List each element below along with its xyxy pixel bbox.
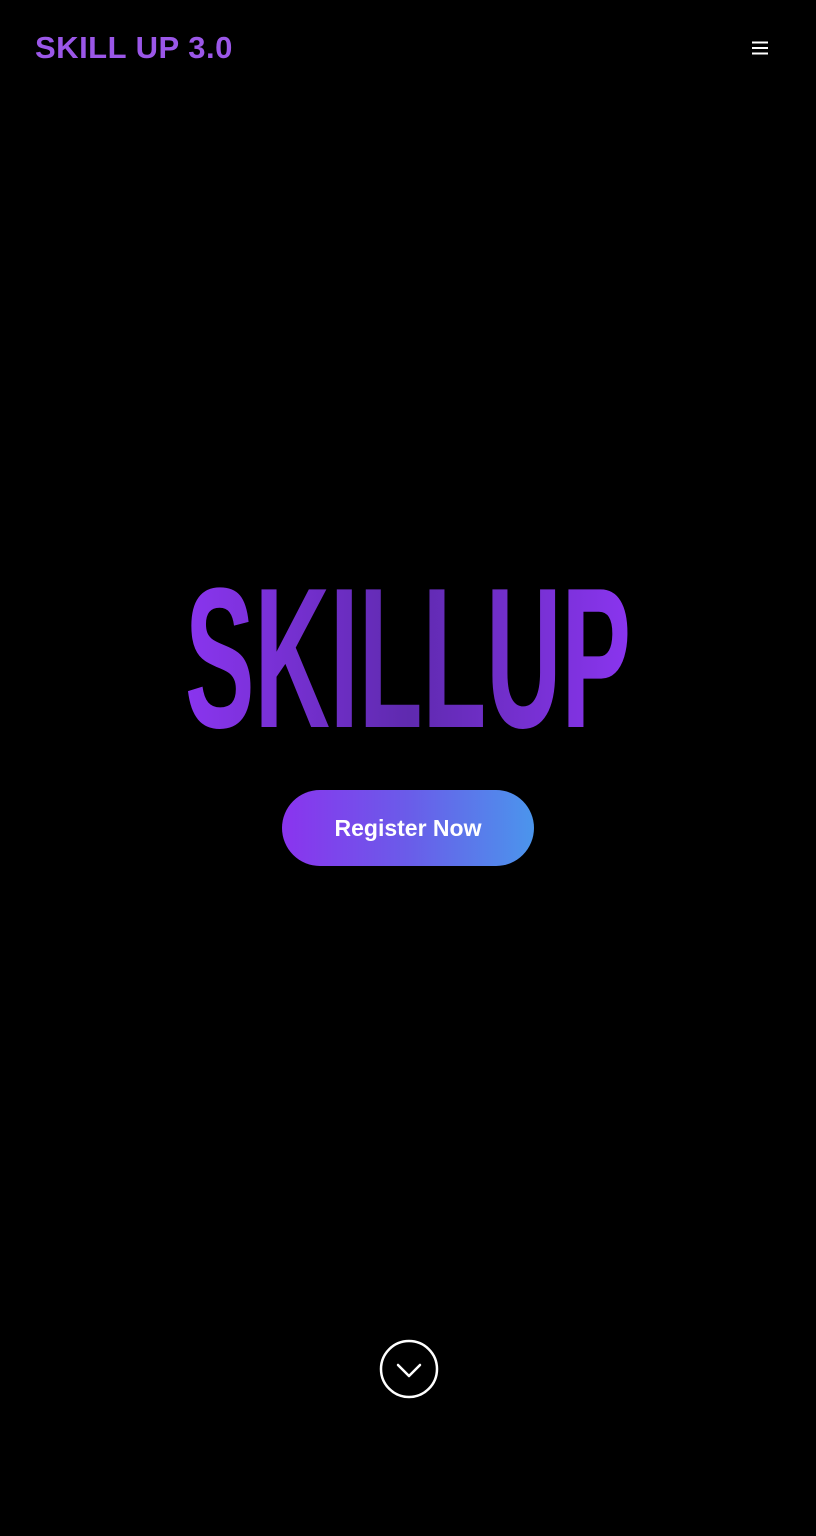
scroll-down-button[interactable] bbox=[378, 1338, 440, 1400]
menu-button[interactable] bbox=[742, 30, 778, 66]
hero-wordmark: SKILLUP bbox=[180, 574, 636, 734]
hamburger-menu-icon bbox=[751, 40, 769, 56]
site-logo-title[interactable]: SKILL UP 3.0 bbox=[35, 28, 233, 68]
chevron-down-circle-icon bbox=[378, 1338, 440, 1400]
top-bar: SKILL UP 3.0 bbox=[0, 0, 816, 96]
register-now-button[interactable]: Register Now bbox=[282, 790, 534, 866]
register-now-label: Register Now bbox=[334, 814, 482, 841]
hero-wordmark-text: SKILLUP bbox=[185, 574, 631, 734]
